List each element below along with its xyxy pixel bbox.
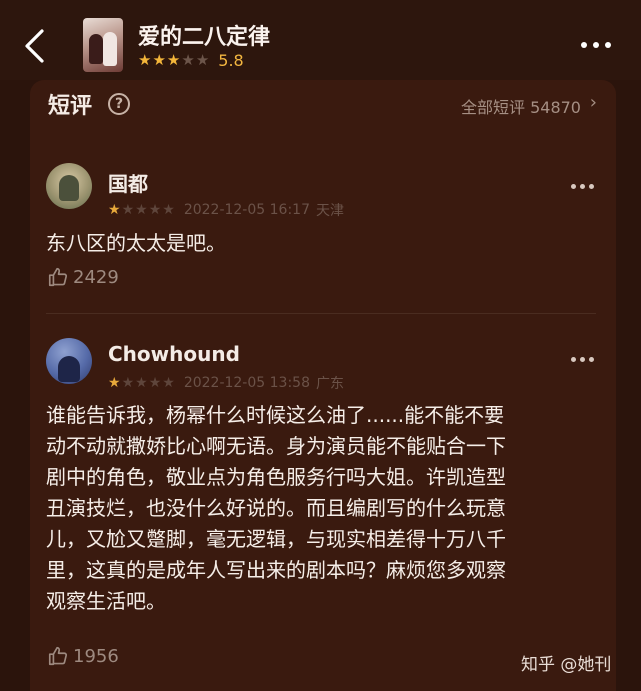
- review-text: 谁能告诉我，杨幂什么时候这么油了......能不能不要 动不动就撒娇比心啊无语。…: [46, 400, 594, 617]
- review-line: 谁能告诉我，杨幂什么时候这么油了......能不能不要: [46, 403, 505, 427]
- review-line: 里，这真的是成年人写出来的剧本吗？麻烦您多观察: [46, 558, 506, 582]
- divider: [46, 313, 596, 314]
- star-icon: ★: [121, 202, 135, 218]
- star-icon: ★: [108, 202, 121, 218]
- star-icon: ★: [138, 50, 152, 69]
- star-icon: ★: [108, 375, 121, 391]
- like-count: 1956: [73, 645, 119, 667]
- star-icon: ★: [135, 202, 148, 218]
- review-timestamp: 2022-12-05 13:58: [183, 375, 310, 391]
- like-count: 2429: [73, 266, 119, 288]
- star-icon: ★: [152, 50, 166, 69]
- star-icon: ★: [135, 375, 148, 391]
- review-more-icon[interactable]: [571, 357, 594, 362]
- review-location: 天津: [315, 203, 344, 219]
- review-more-icon[interactable]: [571, 184, 594, 189]
- help-icon[interactable]: ?: [108, 93, 130, 115]
- star-icon: ★: [195, 50, 210, 69]
- star-icon: ★: [162, 202, 175, 218]
- review-location: 广东: [315, 376, 344, 392]
- rating-score: 5.8: [218, 50, 244, 70]
- thumbs-up-icon: [48, 267, 68, 287]
- star-icon: ★: [181, 50, 195, 69]
- review-line: 儿，又尬又蹩脚，毫无逻辑，与现实相差得十万八千: [46, 527, 506, 551]
- review-line: 剧中的角色，敬业点为角色服务行吗大姐。许凯造型: [46, 465, 506, 489]
- section-title: 短评: [48, 94, 93, 119]
- review-text: 东八区的太太是吧。: [46, 231, 226, 255]
- like-button[interactable]: 2429: [47, 266, 119, 288]
- movie-title: 爱的二八定律: [138, 25, 271, 50]
- movie-poster-thumbnail[interactable]: [83, 18, 123, 72]
- star-icon: ★: [162, 375, 175, 391]
- review-username[interactable]: 国都: [108, 168, 148, 197]
- avatar[interactable]: [46, 163, 92, 209]
- back-arrow-icon[interactable]: [22, 28, 46, 64]
- avatar[interactable]: [46, 338, 92, 384]
- review-meta: ★ ★ ★ ★ ★ 2022-12-05 13:58 广东: [108, 373, 344, 393]
- review-meta: ★ ★ ★ ★ ★ 2022-12-05 16:17 天津: [108, 200, 344, 220]
- star-icon: ★: [148, 202, 162, 218]
- star-icon: ★: [121, 375, 135, 391]
- thumbs-up-icon: [48, 646, 68, 666]
- star-icon: ★: [166, 50, 181, 69]
- more-options-icon[interactable]: [581, 42, 611, 48]
- all-reviews-link[interactable]: 全部短评 54870: [461, 94, 581, 118]
- movie-rating: ★ ★ ★ ★ ★ 5.8: [138, 50, 244, 70]
- review-line: 动不动就撒娇比心啊无语。身为演员能不能贴合一下: [46, 434, 506, 458]
- star-icon: ★: [148, 375, 162, 391]
- review-line: 观察生活吧。: [46, 589, 166, 613]
- review-line: 丑演技烂，也没什么好说的。而且编剧写的什么玩意: [46, 496, 506, 520]
- review-username[interactable]: Chowhound: [108, 342, 240, 366]
- chevron-right-icon[interactable]: ›: [590, 92, 597, 113]
- watermark: 知乎 @她刊: [521, 655, 612, 675]
- like-button[interactable]: 1956: [47, 645, 119, 667]
- review-timestamp: 2022-12-05 16:17: [183, 202, 310, 218]
